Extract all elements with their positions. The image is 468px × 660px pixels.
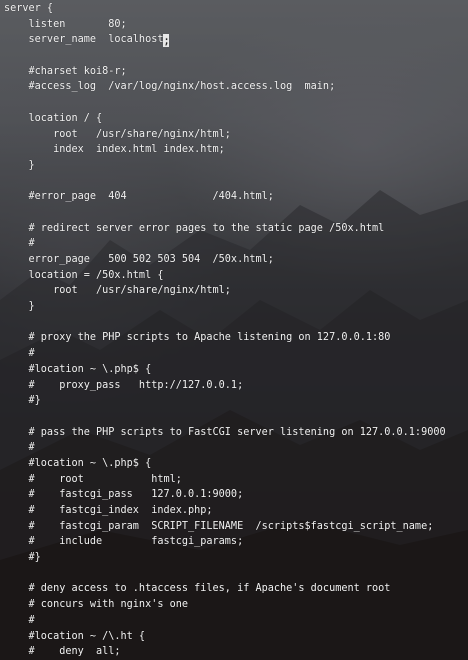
code-line: #error_page 404 /404.html; [4, 191, 274, 203]
code-line: # redirect server error pages to the sta… [4, 222, 385, 234]
code-line: listen 80; [4, 18, 127, 30]
code-line: # [4, 442, 35, 454]
code-line: #access_log /var/log/nginx/host.access.l… [4, 81, 336, 93]
code-line: #location ~ \.php$ { [4, 457, 152, 469]
code-line: # root html; [4, 473, 182, 485]
code-line: #} [4, 395, 41, 407]
code-line: root /usr/share/nginx/html; [4, 128, 231, 140]
code-line: } [4, 301, 35, 313]
nginx-config-editor[interactable]: server { listen 80; server_name localhos… [4, 1, 446, 660]
code-line: # pass the PHP scripts to FastCGI server… [4, 426, 446, 438]
code-line: # fastcgi_pass 127.0.0.1:9000; [4, 489, 244, 501]
code-line: index index.html index.htm; [4, 144, 225, 156]
code-line: # fastcgi_index index.php; [4, 505, 213, 516]
code-line: # include fastcgi_params; [4, 536, 244, 548]
code-line-text: server_name localhost [4, 34, 164, 46]
code-line: # [4, 614, 35, 626]
code-line: #} [4, 552, 41, 564]
code-line: } [4, 159, 35, 171]
code-line: # fastcgi_param SCRIPT_FILENAME /scripts… [4, 520, 434, 532]
code-line: error_page 500 502 503 504 /50x.html; [4, 254, 274, 265]
code-line: # deny all; [4, 646, 121, 658]
code-line: # [4, 238, 35, 250]
code-line: location / { [4, 112, 103, 124]
code-line: location = /50x.html { [4, 269, 164, 281]
code-line: # deny access to .htaccess files, if Apa… [4, 583, 391, 595]
code-line: root /usr/share/nginx/html; [4, 285, 231, 297]
code-line: #location ~ /\.ht { [4, 630, 146, 642]
code-line: # proxy_pass http://127.0.0.1; [4, 379, 244, 391]
code-line: server_name localhost; [4, 32, 446, 48]
code-line: # proxy the PHP scripts to Apache listen… [4, 332, 391, 344]
code-line: # [4, 348, 35, 360]
code-line: #location ~ \.php$ { [4, 363, 152, 375]
text-cursor: ; [163, 34, 170, 48]
code-line: #charset koi8-r; [4, 65, 127, 77]
terminal-window[interactable]: server { listen 80; server_name localhos… [0, 0, 468, 660]
code-line: server { [4, 3, 54, 14]
code-line: # concurs with nginx's one [4, 599, 189, 611]
